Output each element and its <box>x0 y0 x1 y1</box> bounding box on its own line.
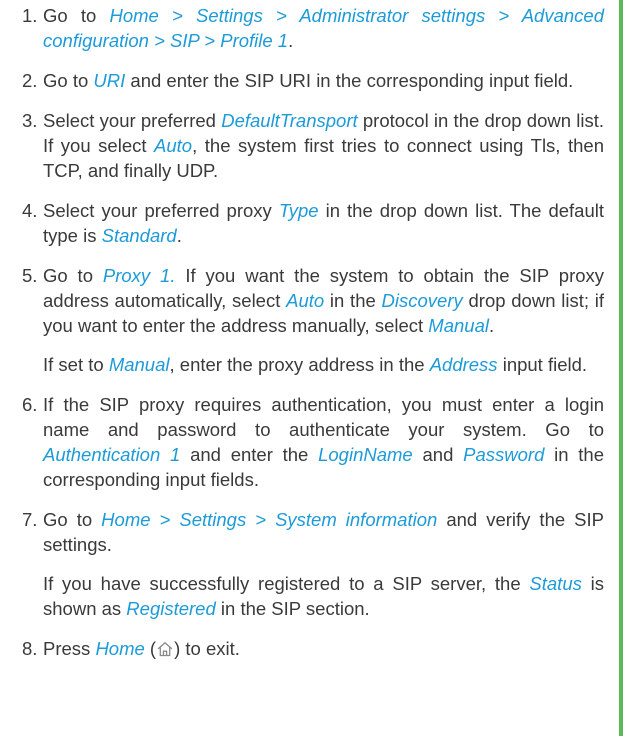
home-icon <box>157 642 173 657</box>
step-text: If the SIP proxy requires authentication… <box>43 394 604 440</box>
ui-path-reference: Discovery <box>381 290 463 311</box>
step-paragraph: If you have successfully registered to a… <box>43 571 604 621</box>
ui-path-reference: Auto <box>154 135 193 156</box>
ui-path-reference: Manual <box>108 354 170 375</box>
step-paragraph: If set to Manual, enter the proxy addres… <box>43 352 604 377</box>
step-3: 3. Select your preferred DefaultTransport… <box>22 108 604 183</box>
step-5: 5. Go to Proxy 1. If you want the system … <box>22 263 604 377</box>
step-number: 2. <box>22 70 38 91</box>
ui-path-reference: Type <box>278 200 319 221</box>
step-text: Press <box>43 638 96 659</box>
step-number: 4. <box>22 200 38 221</box>
ui-path-reference: Registered <box>126 598 216 619</box>
ui-path-reference: Manual <box>428 315 489 336</box>
step-number: 8. <box>22 638 38 659</box>
step-number: 3. <box>22 110 38 131</box>
step-text: If set to <box>43 354 109 375</box>
ui-path-reference: Status <box>529 573 582 594</box>
step-text: in the <box>324 290 382 311</box>
ui-path-reference: Auto <box>286 290 325 311</box>
step-number: 5. <box>22 265 38 286</box>
ui-path-reference: Authentication 1 <box>43 444 181 465</box>
step-paragraph: Press Home ( ) to exit. <box>43 636 604 661</box>
step-text: Go to <box>43 265 103 286</box>
ui-path-reference: Home <box>95 638 145 659</box>
step-paragraph: Go to Home > Settings > System informati… <box>43 507 604 557</box>
step-4: 4. Select your preferred proxy Type in th… <box>22 198 604 248</box>
step-paragraph: Select your preferred proxy Type in the … <box>43 198 604 248</box>
instruction-steps: 1. Go to Home > Settings > Administrator … <box>22 0 604 676</box>
ui-path-reference: Password <box>463 444 545 465</box>
step-2: 2. Go to URI and enter the SIP URI in the… <box>22 68 604 93</box>
ui-path-reference: Home > Settings > Administrator settings… <box>43 5 605 51</box>
step-1: 1. Go to Home > Settings > Administrator … <box>22 3 604 53</box>
step-number: 6. <box>22 394 38 415</box>
step-paragraph: If the SIP proxy requires authentication… <box>43 392 604 492</box>
step-text: , enter the proxy address in the <box>169 354 430 375</box>
side-accent-bar <box>619 0 623 736</box>
step-8: 8. Press Home ( ) to exit. <box>22 636 604 661</box>
step-text: Go to <box>43 5 110 26</box>
ui-path-reference: LoginName <box>318 444 413 465</box>
step-text: input field. <box>497 354 588 375</box>
step-text: . <box>488 315 495 336</box>
step-text: Select your preferred proxy <box>43 200 279 221</box>
step-text: Go to <box>43 509 102 530</box>
ui-path-reference: Proxy 1. <box>102 265 176 286</box>
step-text: in the SIP section. <box>215 598 370 619</box>
step-text: Go to <box>43 70 94 91</box>
step-text: . <box>288 30 294 51</box>
step-text: ) to exit. <box>174 638 240 659</box>
step-text: Select your preferred <box>43 110 222 131</box>
ui-path-reference: DefaultTransport <box>221 110 358 131</box>
step-text: If you have successfully registered to a… <box>43 573 530 594</box>
step-text: and enter the <box>180 444 319 465</box>
ui-path-reference: Address <box>429 354 498 375</box>
step-paragraph: Go to Home > Settings > Administrator se… <box>43 3 604 53</box>
step-paragraph: Go to Proxy 1. If you want the system to… <box>43 263 604 338</box>
step-text: and <box>412 444 464 465</box>
step-paragraph: Select your preferred DefaultTransport p… <box>43 108 604 183</box>
step-text: . <box>176 225 182 246</box>
step-6: 6. If the SIP proxy requires authenticati… <box>22 392 604 492</box>
step-number: 7. <box>22 509 38 530</box>
step-7: 7. Go to Home > Settings > System informa… <box>22 507 604 621</box>
step-text: and enter the SIP URI in the correspondi… <box>125 70 574 91</box>
ui-path-reference: Home > Settings > System information <box>101 509 438 530</box>
ui-path-reference: Standard <box>101 225 177 246</box>
step-number: 1. <box>22 5 38 26</box>
step-text: ( <box>144 638 157 659</box>
step-paragraph: Go to URI and enter the SIP URI in the c… <box>43 68 604 93</box>
ui-path-reference: URI <box>93 70 126 91</box>
